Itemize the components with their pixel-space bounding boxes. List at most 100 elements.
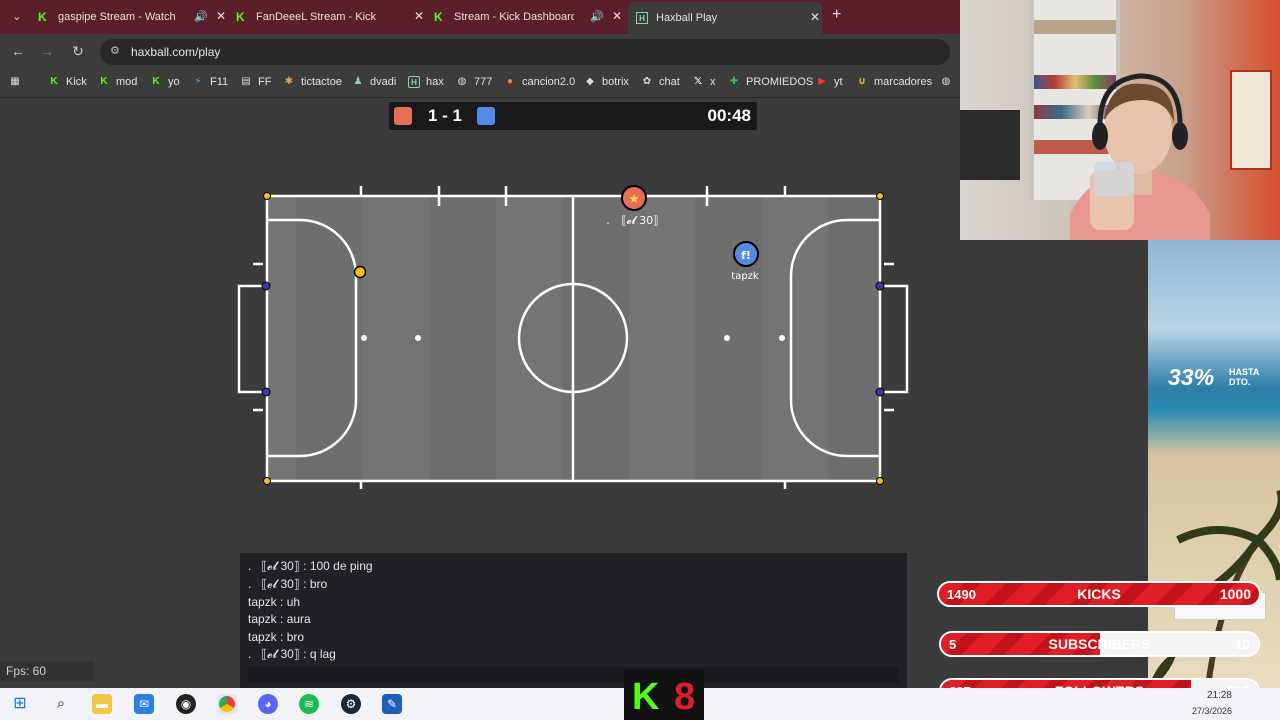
chat-message: . ⟦𝓮𝓵 30⟧ : 100 de ping: [248, 559, 373, 573]
discord-icon[interactable]: ◕: [258, 694, 278, 714]
clock-date: 27/3/2026: [1191, 706, 1232, 716]
dvadi-icon: ♟: [353, 76, 363, 87]
address-bar-row: ← → ↻ ⚙ haxball.com/play: [0, 34, 960, 70]
site-info-icon[interactable]: ⚙: [110, 44, 120, 57]
kick-icon: K: [236, 10, 245, 24]
bookmark-promiedos[interactable]: ✚ PROMIEDOS: [728, 76, 813, 88]
new-tab-icon[interactable]: +: [832, 6, 841, 24]
kick-icon: K: [50, 76, 58, 87]
palm-tree-icon: [1148, 490, 1280, 688]
speaker-icon[interactable]: 🔊: [194, 10, 208, 23]
bookmarks-bar: ▦ K Kick Kmod Kyo ⚡ F11 ▤ FF ✱ tictactoe ♟ dv…: [0, 70, 960, 98]
screen: ⌄ K gaspipe Stream - Watch Live 🔊 ✕ K Fa…: [0, 0, 1280, 720]
bookmark-chat[interactable]: ✿ chat: [641, 76, 680, 88]
tab-fandeeel[interactable]: K FanDeeeL Stream - Kick Dashboard ✕: [236, 5, 426, 29]
chat-message: . ⟦𝓮𝓵 30⟧ : bro: [248, 577, 328, 591]
bookmark-kick[interactable]: K Kick: [48, 76, 86, 88]
haxball-game[interactable]: 1 - 1 00:48 ★ . ⟦𝓮𝓵 30⟧ f! tapzk . ⟦𝓮𝓵 3…: [0, 98, 960, 688]
tab-kick-dashboard[interactable]: K Stream - Kick Dashboard 🔊 ✕: [434, 5, 624, 29]
editor-icon[interactable]: ✎: [382, 694, 402, 714]
player-red-avatar: ★: [628, 192, 640, 207]
bookmark-yo[interactable]: Kyo: [150, 76, 179, 88]
bookmark-x[interactable]: 𝕏x: [692, 76, 716, 88]
bookmark-tictactoe[interactable]: ✱ tictactoe: [283, 76, 342, 88]
bookmark-cancion[interactable]: ● cancion2.0: [504, 76, 575, 88]
chrome-icon[interactable]: [217, 694, 237, 714]
steam-icon[interactable]: ⚙: [341, 694, 361, 714]
outlook-icon[interactable]: ✉: [134, 694, 154, 714]
score: 1 - 1: [427, 106, 463, 125]
spotify-icon[interactable]: ≋: [299, 694, 319, 714]
bookmark-yt[interactable]: ▶ yt: [816, 76, 842, 88]
kicks-goal-bar: 1490 KICKS 1000: [937, 581, 1261, 607]
tab-bar: ⌄ K gaspipe Stream - Watch Live 🔊 ✕ K Fa…: [0, 0, 960, 34]
bookmark-ff[interactable]: ▤ FF: [240, 76, 271, 88]
url-field[interactable]: ⚙ haxball.com/play: [100, 39, 950, 65]
close-tab-icon[interactable]: ✕: [810, 10, 820, 24]
subscribers-goal-bar: 5 SUBSCRIBERS 10: [939, 631, 1260, 657]
bookmark-botrix[interactable]: ◆ botrix: [584, 76, 629, 88]
bookmark-marcadores[interactable]: ∪ marcadores: [856, 76, 932, 88]
tab-title: FanDeeeL Stream - Kick Dashboard: [256, 11, 376, 23]
subscribers-label: SUBSCRIBERS: [1048, 636, 1151, 652]
cam-monitor: [960, 110, 1020, 180]
promiedos-icon: ✚: [729, 76, 739, 87]
kick-badge-letter: K: [632, 676, 660, 718]
chat-message: tapzk : bro: [248, 630, 305, 644]
close-tab-icon[interactable]: ✕: [216, 9, 226, 23]
corner-post: [263, 192, 271, 200]
goal-post: [261, 387, 271, 397]
forward-icon[interactable]: →: [38, 43, 56, 59]
clock-time: 21:28: [1206, 690, 1232, 701]
bookmark-f11[interactable]: ⚡ F11: [192, 76, 228, 88]
speaker-icon[interactable]: 🔊: [590, 10, 604, 23]
tab-gaspipe[interactable]: K gaspipe Stream - Watch Live 🔊 ✕: [38, 5, 228, 29]
haxball-icon: H: [408, 76, 420, 88]
tab-haxball[interactable]: H Haxball Play ✕: [628, 2, 822, 34]
haxball-icon: H: [636, 12, 648, 24]
cancion-icon: ●: [506, 76, 514, 87]
kick-overlay-badge: K 8: [624, 670, 704, 720]
f11-icon: ⚡: [194, 76, 202, 87]
goal-post: [875, 281, 885, 291]
promo-banner: 33% HASTA DTO.: [1148, 240, 1280, 688]
apps-grid-icon[interactable]: ▦: [9, 76, 27, 88]
search-icon[interactable]: ⌕: [51, 694, 71, 714]
right-second-spot: [724, 335, 730, 341]
close-tab-icon[interactable]: ✕: [414, 9, 424, 23]
kick-icon: K: [38, 10, 47, 24]
bookmark-more[interactable]: ◍: [940, 76, 958, 88]
chat-input[interactable]: [248, 667, 899, 683]
bookmark-mod[interactable]: Kmod: [98, 76, 137, 88]
reload-icon[interactable]: ↻: [69, 43, 87, 60]
windows-start-icon[interactable]: ⊞: [10, 694, 30, 714]
tab-search-chevron-icon[interactable]: ⌄: [8, 8, 26, 26]
tab-title: Haxball Play: [656, 12, 718, 24]
corner-post: [876, 192, 884, 200]
goal-post: [875, 387, 885, 397]
url-text: haxball.com/play: [131, 45, 221, 59]
close-tab-icon[interactable]: ✕: [612, 9, 622, 23]
match-time: 00:48: [707, 106, 751, 125]
chat-message: tapzk : aura: [248, 612, 311, 626]
subscribers-goal: 10: [1234, 636, 1250, 652]
corner-post: [263, 477, 271, 485]
bookmark-hax[interactable]: Hhax: [408, 76, 444, 88]
player-blue-name: tapzk: [731, 271, 759, 282]
back-icon[interactable]: ←: [9, 43, 27, 59]
svg-text:.: .: [606, 214, 610, 227]
tictactoe-icon: ✱: [284, 76, 294, 87]
bookmark-777[interactable]: ◍ 777: [456, 76, 493, 88]
right-penalty-spot: [779, 335, 785, 341]
file-explorer-icon[interactable]: ▬: [92, 694, 112, 714]
obs-icon[interactable]: ◉: [176, 694, 196, 714]
ff-icon: ▤: [241, 76, 251, 87]
chatgpt-icon: ✿: [642, 76, 652, 87]
bookmark-dvadi[interactable]: ♟ dvadi: [352, 76, 397, 88]
chat-message: . ⟦𝓮𝓵 30⟧ : q lag: [248, 647, 336, 661]
promo-caption: HASTA DTO.: [1229, 367, 1260, 387]
goal-post: [261, 281, 271, 291]
kick-badge-number: 8: [674, 676, 696, 718]
player-blue-avatar: f!: [741, 249, 751, 262]
pitch: ★ . ⟦𝓮𝓵 30⟧ f! tapzk: [237, 185, 909, 489]
